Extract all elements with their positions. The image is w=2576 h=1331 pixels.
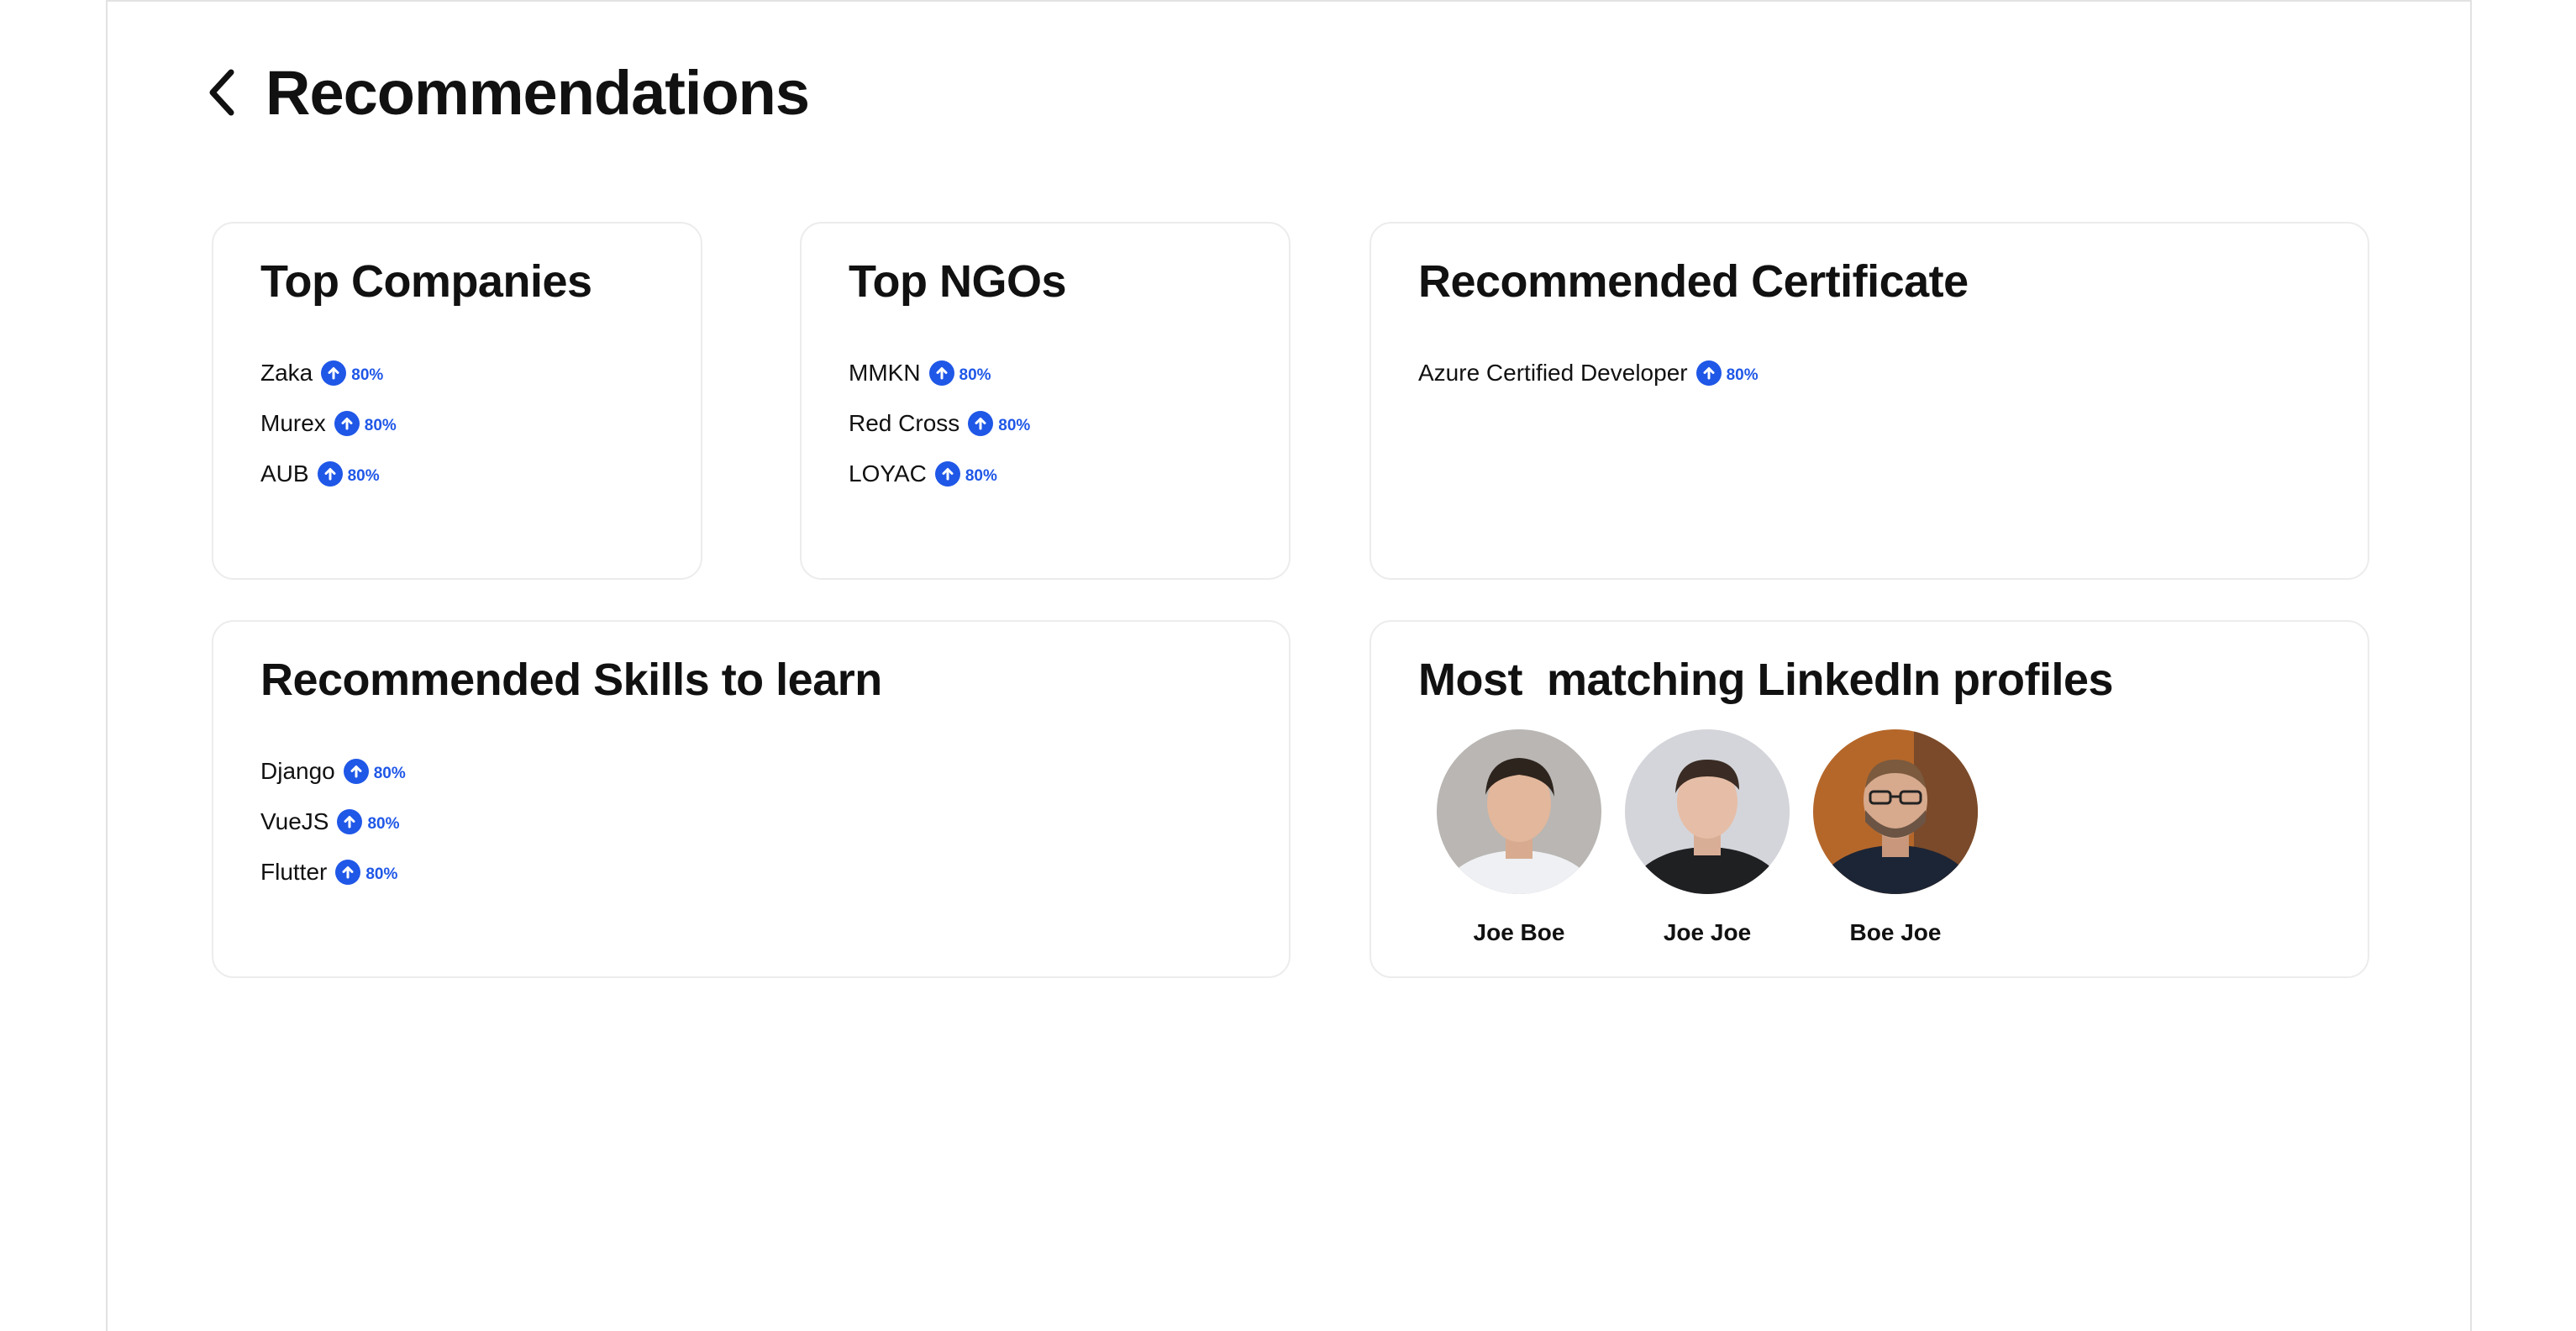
back-button[interactable]	[205, 67, 239, 118]
item-label: LOYAC	[849, 460, 927, 487]
score-badge: 80%	[335, 860, 397, 885]
companies-list: Zaka 80% Murex 80% AUB 80%	[260, 348, 397, 499]
score-badge: 80%	[317, 461, 380, 487]
score-value: 80%	[367, 815, 400, 833]
arrow-up-circle-icon	[317, 461, 343, 487]
list-item[interactable]: Zaka 80%	[260, 348, 397, 398]
list-item[interactable]: LOYAC 80%	[849, 449, 1030, 499]
skills-list: Django 80% VueJS 80% Flutter 80%	[260, 746, 406, 897]
score-value: 80%	[364, 417, 397, 434]
avatar[interactable]	[1625, 729, 1790, 894]
avatar[interactable]	[1813, 729, 1978, 894]
arrow-up-circle-icon	[934, 461, 960, 487]
arrow-up-circle-icon	[337, 809, 363, 834]
linkedin-profiles-card: Most matching LinkedIn profiles Joe Boe	[1369, 620, 2369, 978]
card-title: Recommended Certificate	[1418, 256, 1969, 307]
item-label: Red Cross	[849, 410, 960, 436]
score-badge: 80%	[934, 461, 997, 487]
list-item[interactable]: Django 80%	[260, 746, 406, 797]
profile-name: Joe Boe	[1473, 919, 1565, 945]
item-label: AUB	[260, 460, 309, 487]
recommended-certificate-card: Recommended Certificate Azure Certified …	[1369, 222, 2369, 580]
profile-card[interactable]: Joe Boe	[1437, 729, 1601, 946]
certificate-list: Azure Certified Developer 80%	[1418, 348, 1759, 398]
score-value: 80%	[959, 366, 991, 384]
score-value: 80%	[998, 417, 1031, 434]
list-item[interactable]: Azure Certified Developer 80%	[1418, 348, 1759, 398]
list-item[interactable]: Murex 80%	[260, 398, 397, 449]
score-badge: 80%	[334, 411, 397, 436]
score-value: 80%	[965, 467, 997, 485]
card-title: Top NGOs	[849, 256, 1067, 307]
list-item[interactable]: AUB 80%	[260, 449, 397, 499]
item-label: Azure Certified Developer	[1418, 360, 1688, 386]
arrow-up-circle-icon	[928, 360, 954, 386]
score-value: 80%	[351, 366, 384, 384]
score-badge: 80%	[968, 411, 1030, 436]
score-badge: 80%	[321, 360, 383, 386]
recommended-skills-card: Recommended Skills to learn Django 80% V…	[212, 620, 1291, 978]
page-title: Recommendations	[265, 57, 810, 128]
list-item[interactable]: VueJS 80%	[260, 797, 406, 847]
profile-card[interactable]: Joe Joe	[1625, 729, 1790, 946]
profile-card[interactable]: Boe Joe	[1813, 729, 1978, 946]
item-label: Zaka	[260, 360, 313, 386]
arrow-up-circle-icon	[335, 860, 361, 885]
card-title: Most matching LinkedIn profiles	[1418, 655, 2114, 705]
item-label: Django	[260, 758, 335, 784]
arrow-up-circle-icon	[343, 759, 369, 784]
score-value: 80%	[1726, 366, 1759, 384]
item-label: Murex	[260, 410, 326, 436]
item-label: VueJS	[260, 808, 329, 834]
score-value: 80%	[365, 865, 398, 883]
item-label: MMKN	[849, 360, 921, 386]
profile-name: Boe Joe	[1849, 919, 1942, 945]
item-label: Flutter	[260, 859, 328, 885]
profiles-row: Joe Boe Joe Joe Boe Joe	[1437, 729, 2001, 946]
chevron-left-icon	[209, 69, 234, 116]
score-badge: 80%	[1695, 360, 1759, 386]
list-item[interactable]: MMKN 80%	[849, 348, 1030, 398]
score-badge: 80%	[343, 759, 406, 784]
arrow-up-circle-icon	[334, 411, 360, 436]
list-item[interactable]: Flutter 80%	[260, 847, 406, 897]
page-header: Recommendations	[205, 50, 810, 134]
score-badge: 80%	[337, 809, 400, 834]
avatar[interactable]	[1437, 729, 1601, 894]
card-title: Recommended Skills to learn	[260, 655, 882, 705]
profile-name: Joe Joe	[1663, 919, 1752, 945]
arrow-up-circle-icon	[968, 411, 994, 436]
score-value: 80%	[347, 467, 380, 485]
arrow-up-circle-icon	[321, 360, 347, 386]
score-value: 80%	[373, 765, 406, 782]
arrow-up-circle-icon	[1695, 360, 1722, 386]
card-title: Top Companies	[260, 256, 592, 307]
ngos-list: MMKN 80% Red Cross 80% LOYAC 80%	[849, 348, 1030, 499]
list-item[interactable]: Red Cross 80%	[849, 398, 1030, 449]
top-companies-card: Top Companies Zaka 80% Murex 80% AUB 80%	[212, 222, 702, 580]
top-ngos-card: Top NGOs MMKN 80% Red Cross 80% LOYAC 80…	[800, 222, 1291, 580]
score-badge: 80%	[928, 360, 991, 386]
